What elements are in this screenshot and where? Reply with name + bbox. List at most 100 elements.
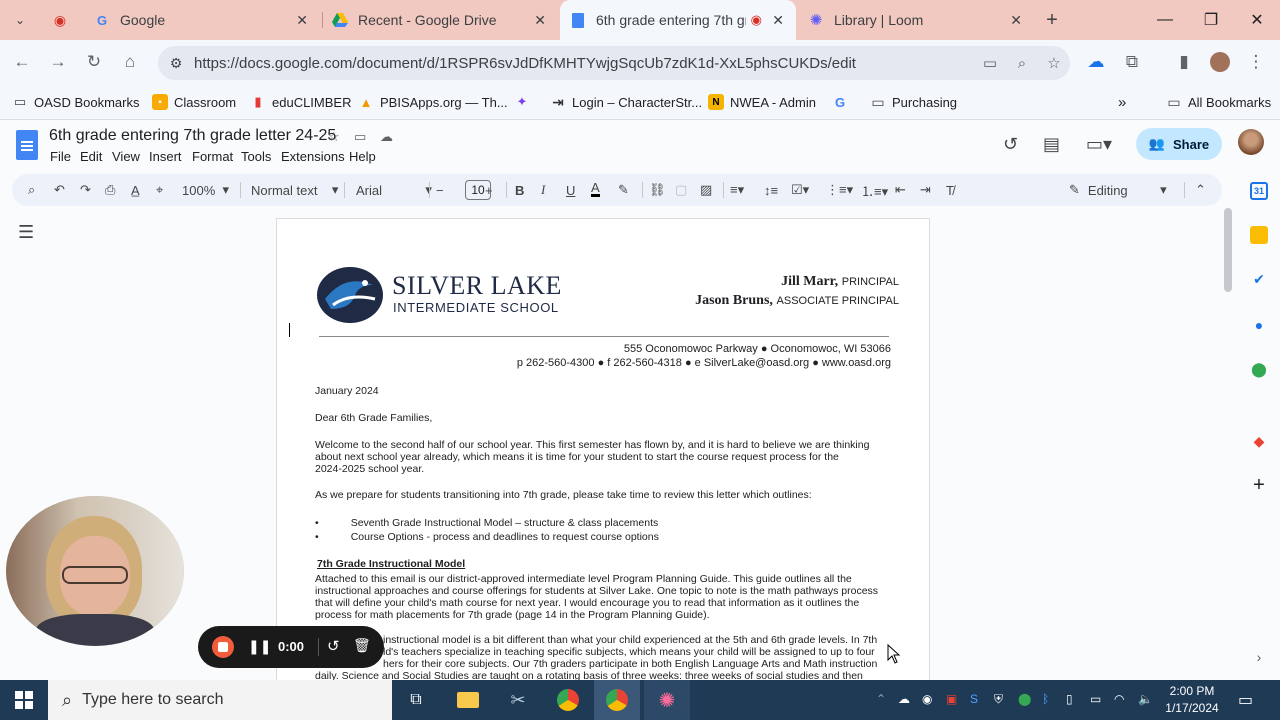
tab-google[interactable]: G Google ✕ xyxy=(84,0,320,40)
wifi-icon[interactable]: ◠ xyxy=(1114,692,1124,706)
clear-formatting-icon[interactable]: T̸ xyxy=(946,180,954,200)
all-bookmarks[interactable]: ▭ All Bookmarks xyxy=(1166,92,1271,112)
url-text[interactable]: https://docs.google.com/document/d/1RSPR… xyxy=(194,55,974,72)
menu-edit[interactable]: Edit xyxy=(80,149,102,164)
menu-file[interactable]: File xyxy=(50,149,71,164)
menu-insert[interactable]: Insert xyxy=(149,149,182,164)
menu-help[interactable]: Help xyxy=(349,149,376,164)
bookmark-google[interactable]: G xyxy=(832,92,854,112)
tasks-icon[interactable]: ✔ xyxy=(1250,270,1268,288)
bookmark-oasd[interactable]: ▭ OASD Bookmarks xyxy=(12,92,140,112)
close-icon[interactable]: ✕ xyxy=(534,12,546,29)
decrease-font-size-button[interactable]: − xyxy=(436,180,444,200)
chevron-right-icon[interactable]: › xyxy=(1250,648,1268,666)
close-icon[interactable]: ✕ xyxy=(772,12,784,29)
chrome-active-window[interactable] xyxy=(594,680,640,720)
bookmarks-overflow-button[interactable]: » xyxy=(1118,92,1126,112)
site-info-icon[interactable]: ⚙ xyxy=(158,55,194,72)
tray-green-icon[interactable]: ⬤ xyxy=(1018,692,1031,706)
align-menu-icon[interactable]: ≡▾ xyxy=(730,180,744,200)
loom-camera-bubble[interactable] xyxy=(6,496,184,646)
zoom-select[interactable]: 100% ▾ xyxy=(182,180,229,200)
redo-icon[interactable]: ↷ xyxy=(80,180,91,200)
reload-button[interactable]: ↻ xyxy=(82,50,106,74)
stop-recording-button[interactable] xyxy=(212,636,234,658)
taskbar-search-box[interactable]: ⌕ Type here to search xyxy=(48,680,392,720)
delete-recording-button[interactable]: 🗑 xyxy=(353,637,371,654)
undo-icon[interactable]: ↶ xyxy=(54,180,65,200)
tab-search-button[interactable]: ⌄ xyxy=(0,0,40,40)
account-avatar[interactable] xyxy=(1238,129,1264,155)
camera-icon[interactable]: ▭ xyxy=(974,54,1006,72)
address-bar[interactable]: ⚙ https://docs.google.com/document/d/1RS… xyxy=(158,46,1070,80)
new-tab-button[interactable]: + xyxy=(1036,0,1068,40)
pause-button[interactable]: ❚❚ xyxy=(248,638,271,655)
tab-loom[interactable]: ✺ Library | Loom ✕ xyxy=(798,0,1034,40)
font-select[interactable]: Arial ▾ xyxy=(356,180,432,200)
contacts-icon[interactable]: ● xyxy=(1250,316,1268,334)
google-docs-logo-icon[interactable] xyxy=(16,130,38,160)
increase-font-size-button[interactable]: + xyxy=(485,180,493,200)
loom-taskbar-window[interactable]: ✺ xyxy=(644,680,690,720)
bookmark-classroom[interactable]: ▪ Classroom xyxy=(152,92,236,112)
task-view-icon[interactable]: ⧉ xyxy=(404,688,428,712)
document-title[interactable]: 6th grade entering 7th grade letter 24-2… xyxy=(49,127,336,145)
notifications-icon[interactable]: ▭ xyxy=(1238,690,1253,710)
bulleted-list-icon[interactable]: ⋮≡▾ xyxy=(826,180,853,200)
underline-button[interactable]: U xyxy=(566,180,575,200)
comments-icon[interactable]: ▤ xyxy=(1043,134,1060,155)
decrease-indent-icon[interactable]: ⇤ xyxy=(895,180,906,200)
paint-format-icon[interactable]: ⌖ xyxy=(156,180,163,200)
restart-button[interactable]: ↺ xyxy=(327,637,340,655)
close-icon[interactable]: ✕ xyxy=(1010,12,1022,29)
line-spacing-icon[interactable]: ↕≡ xyxy=(764,180,778,200)
extensions-puzzle-icon[interactable]: ⧉ xyxy=(1120,50,1144,74)
zoom-icon[interactable]: ⌕ xyxy=(1006,55,1038,72)
share-button[interactable]: 👥 Share xyxy=(1136,128,1222,160)
maps-icon[interactable]: ⬤ xyxy=(1250,360,1268,378)
cloud-saved-icon[interactable]: ☁ xyxy=(380,129,393,145)
bookmark-characterstrong[interactable]: ⇥ Login – CharacterStr... xyxy=(550,92,702,112)
add-comment-icon[interactable]: ▢ xyxy=(675,180,687,200)
spellcheck-icon[interactable]: A̲ xyxy=(131,180,140,200)
bold-button[interactable]: B xyxy=(515,180,524,200)
volume-icon[interactable]: 🔈 xyxy=(1138,692,1153,706)
search-menus-icon[interactable]: ⌕ xyxy=(28,180,35,200)
minimize-button[interactable]: — xyxy=(1142,0,1188,40)
highlight-color-icon[interactable]: ✎ xyxy=(618,180,629,200)
version-history-icon[interactable]: ↺ xyxy=(1003,134,1018,155)
menu-kebab-icon[interactable]: ⋮ xyxy=(1244,50,1268,74)
bookmark-pbisapps[interactable]: ▲ PBISApps.org — Th... xyxy=(358,92,508,112)
close-window-button[interactable]: ✕ xyxy=(1234,0,1280,40)
increase-indent-icon[interactable]: ⇥ xyxy=(920,180,931,200)
menu-view[interactable]: View xyxy=(112,149,140,164)
meet-video-icon[interactable]: ▭▾ xyxy=(1086,134,1112,155)
restore-button[interactable]: ❐ xyxy=(1188,0,1234,40)
file-explorer-icon[interactable] xyxy=(456,688,480,712)
bookmark-purchasing[interactable]: ▭ Purchasing xyxy=(870,92,957,112)
addon-icon[interactable]: ◆ xyxy=(1250,432,1268,450)
snipping-tool-icon[interactable]: ✂ xyxy=(506,688,530,712)
forward-button[interactable]: → xyxy=(46,50,70,74)
italic-button[interactable]: I xyxy=(541,180,545,200)
clock[interactable]: 2:00 PM 1/17/2024 xyxy=(1160,683,1224,717)
document-scrollbar[interactable] xyxy=(1224,208,1232,292)
insert-image-icon[interactable]: ▨ xyxy=(700,180,712,200)
document-page[interactable]: SILVER LAKE INTERMEDIATE SCHOOL Jill Mar… xyxy=(276,218,930,680)
bookmark-educlimber[interactable]: ▮ eduCLIMBER xyxy=(250,92,351,112)
tray-skype-icon[interactable]: S xyxy=(970,692,978,706)
tray-chrome-icon[interactable]: ◉ xyxy=(922,692,932,706)
keep-icon[interactable] xyxy=(1250,226,1268,244)
extension-icon[interactable]: ☁ xyxy=(1084,50,1108,74)
bookmark-separator-star[interactable]: ✦ xyxy=(514,92,536,112)
star-icon[interactable]: ☆ xyxy=(328,129,340,145)
star-icon[interactable]: ☆ xyxy=(1038,54,1070,72)
calendar-icon[interactable]: 31 xyxy=(1250,182,1268,200)
move-folder-icon[interactable]: ▭ xyxy=(354,129,366,145)
checklist-icon[interactable]: ☑▾ xyxy=(791,180,809,200)
back-button[interactable]: ← xyxy=(10,50,34,74)
profile-avatar[interactable] xyxy=(1208,50,1232,74)
tab-docs-active[interactable]: 6th grade entering 7th grad ◉ ✕ xyxy=(560,0,796,40)
menu-tools[interactable]: Tools xyxy=(241,149,271,164)
tray-overflow-icon[interactable]: ⌃ xyxy=(876,692,886,706)
